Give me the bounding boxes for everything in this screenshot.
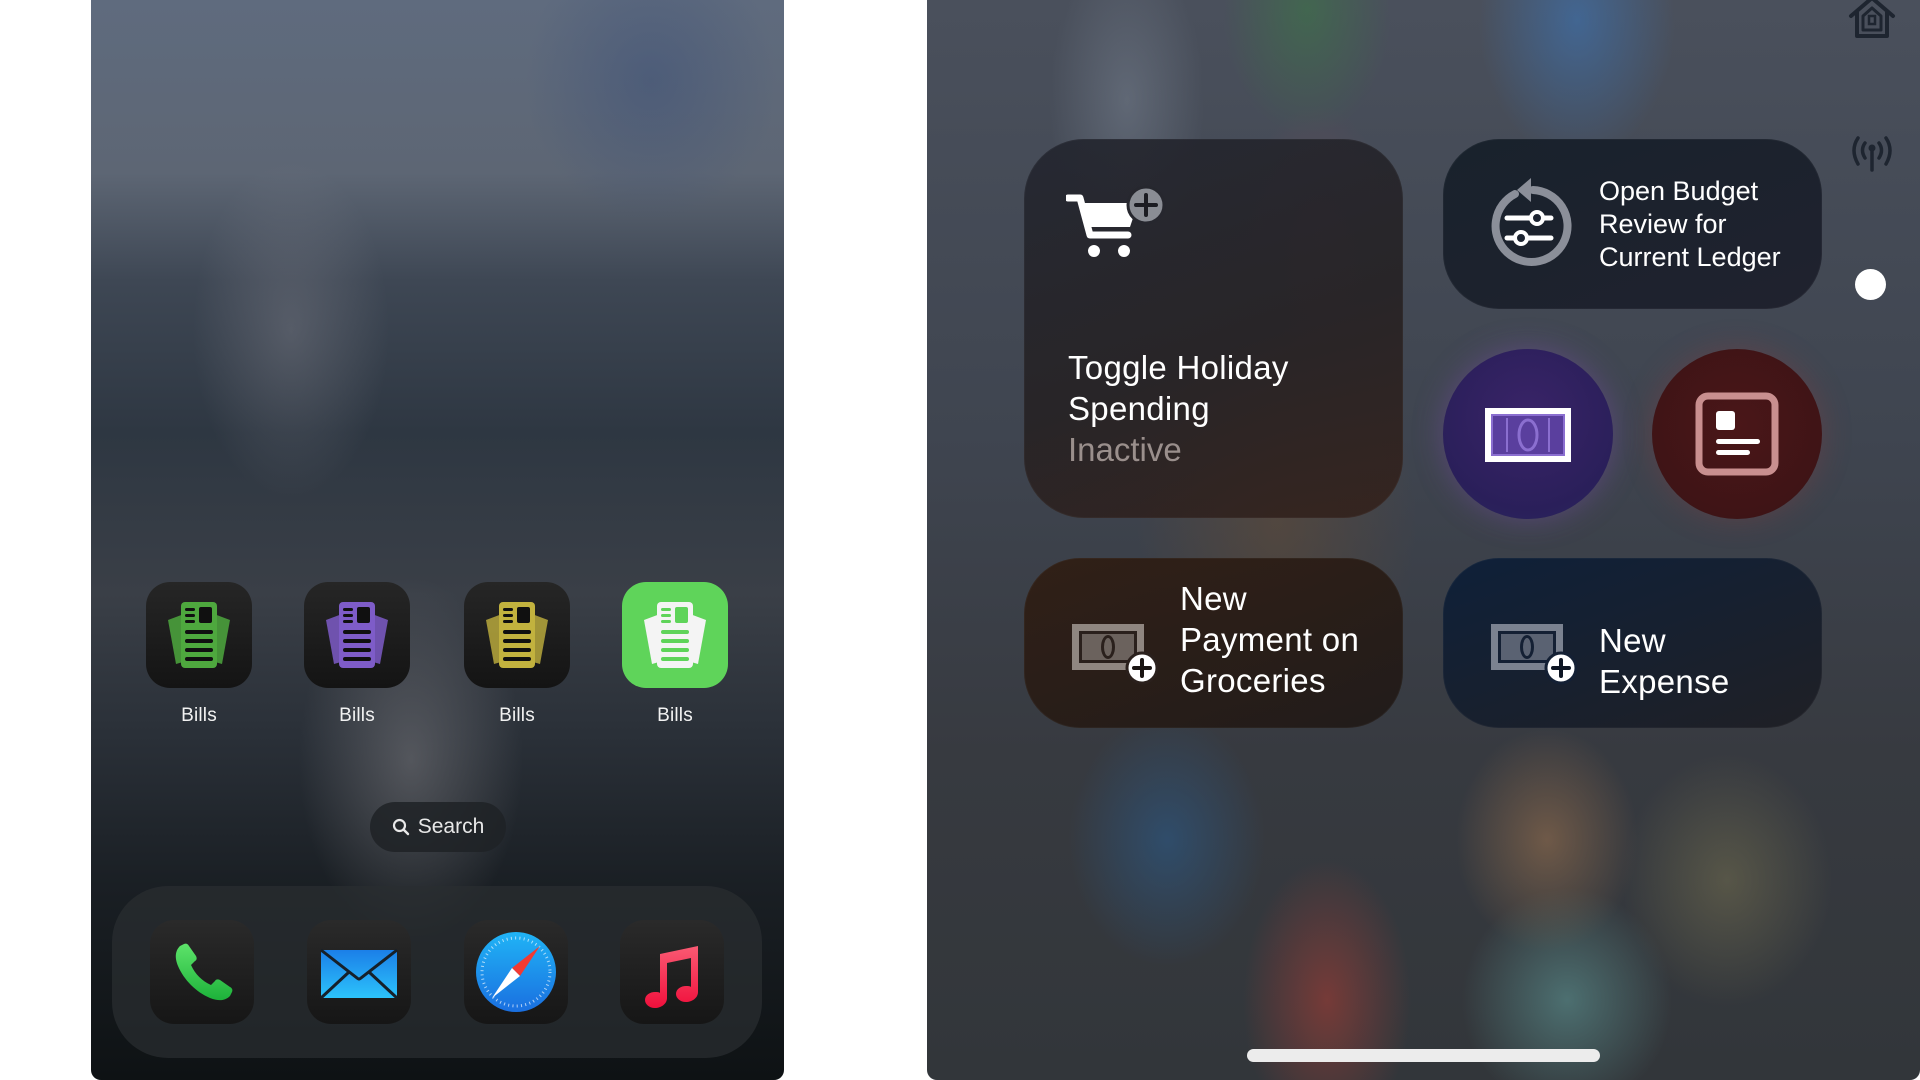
tile-title: New: [1599, 622, 1666, 659]
bills-icon: [622, 582, 728, 688]
tile-title: Toggle Holiday: [1068, 349, 1289, 386]
bills-icon: [304, 582, 410, 688]
banknote-icon: [1485, 408, 1571, 462]
app-label: Bills: [657, 705, 693, 726]
cash-button[interactable]: [1443, 349, 1613, 519]
search-icon: [392, 818, 409, 836]
new-expense-tile[interactable]: New Expense: [1443, 558, 1822, 728]
bills-icon: [464, 582, 570, 688]
app-bills-bright-green[interactable]: Bills: [622, 582, 728, 727]
home-screen: Bills Bills Bills Bills Search: [91, 0, 784, 1080]
bills-icon: [146, 582, 252, 688]
dock-app-phone[interactable]: [150, 920, 254, 1024]
open-budget-review-tile[interactable]: Open Budget Review for Current Ledger: [1443, 139, 1822, 309]
id-card-icon: [1695, 392, 1779, 476]
antenna-icon[interactable]: [1848, 132, 1896, 172]
sliders-refresh-icon: [1491, 178, 1572, 266]
app-label: Bills: [339, 705, 375, 726]
tile-title: Groceries: [1180, 662, 1326, 699]
app-label: Bills: [181, 705, 217, 726]
search-button[interactable]: Search: [370, 802, 506, 852]
app-bills-yellow[interactable]: Bills: [464, 582, 570, 727]
app-bills-green[interactable]: Bills: [146, 582, 252, 727]
banknote-plus-icon: [1491, 624, 1577, 685]
app-bills-purple[interactable]: Bills: [304, 582, 410, 727]
cart-plus-icon: [1066, 185, 1166, 257]
dock-app-safari[interactable]: [464, 920, 568, 1024]
home-indicator-bar[interactable]: [1247, 1049, 1600, 1062]
id-card-button[interactable]: [1652, 349, 1822, 519]
page-indicator-dot[interactable]: [1855, 269, 1886, 300]
dock-app-music[interactable]: [620, 920, 724, 1024]
mail-icon: [319, 948, 399, 1000]
control-center: Toggle Holiday Spending Inactive Open Bu…: [927, 0, 1920, 1080]
tile-status: Inactive: [1068, 431, 1182, 468]
tile-title: Review for: [1599, 209, 1727, 239]
phone-icon: [175, 943, 233, 1001]
tile-title: New: [1180, 580, 1247, 617]
dock-app-mail[interactable]: [307, 920, 411, 1024]
app-label: Bills: [499, 705, 535, 726]
new-payment-groceries-tile[interactable]: New Payment on Groceries: [1024, 558, 1403, 728]
search-label: Search: [417, 815, 485, 838]
safari-compass-icon: [476, 932, 556, 1012]
tile-title: Current Ledger: [1599, 242, 1781, 272]
tile-title: Open Budget: [1599, 176, 1759, 206]
home-icon[interactable]: [1847, 0, 1897, 40]
banknote-plus-icon: [1072, 624, 1158, 685]
toggle-holiday-spending-tile[interactable]: Toggle Holiday Spending Inactive: [1024, 139, 1403, 518]
dock: [112, 886, 762, 1058]
tile-title: Payment on: [1180, 621, 1360, 658]
tile-title: Spending: [1068, 390, 1210, 427]
tile-title: Expense: [1599, 663, 1730, 700]
music-note-icon: [645, 946, 698, 1008]
